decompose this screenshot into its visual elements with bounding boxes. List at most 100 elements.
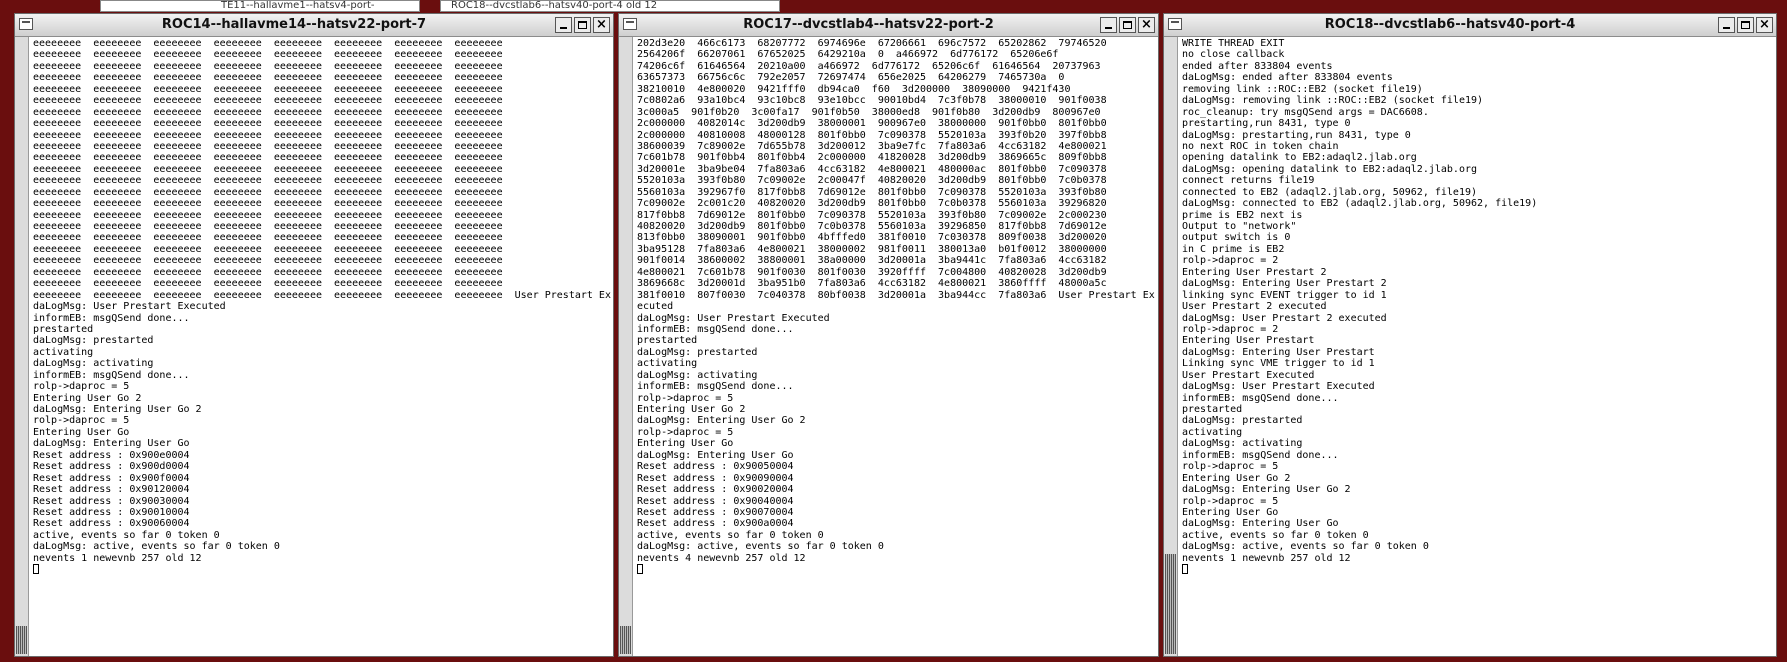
terminal-line: Entering User Go [33,426,130,438]
maximize-button[interactable] [1737,17,1754,33]
terminal-line: eeeeeeee eeeeeeee eeeeeeee eeeeeeee eeee… [33,140,503,152]
terminal-line: daLogMsg: Entering User Prestart 2 [1182,278,1387,290]
prompt-line[interactable] [33,564,611,575]
title-bar[interactable]: ROC14--hallavme14--hatsv22-port-7 × [15,14,613,37]
window-menu-icon[interactable] [1168,18,1182,30]
terminal-line: daLogMsg: User Prestart Executed [33,301,226,313]
terminal-area[interactable]: WRITE THREAD EXIT no close callback ended … [1164,37,1776,656]
terminal-line: Entering User Prestart [1182,335,1315,347]
terminal-line: Reset address : 0x90030004 [33,495,190,507]
terminal-line: Entering User Prestart 2 [1182,266,1327,278]
maximize-button[interactable] [574,17,591,33]
terminal-line: Entering User Go 2 [637,404,746,415]
terminal-line: Reset address : 0x90010004 [33,506,190,518]
terminal-line: daLogMsg: Entering User Go 2 [33,404,202,415]
terminal-line: connect returns file19 [1182,175,1315,187]
terminal-line: rolp->daproc = 5 [637,392,734,404]
terminal-line: prestarted [637,335,698,347]
scrollbar[interactable] [619,37,633,656]
maximize-button[interactable] [1119,17,1136,33]
prompt-line[interactable] [1182,564,1774,575]
terminal-line: Reset address : 0x900f0004 [33,472,190,484]
terminal-line: Reset address : 0x90060004 [33,518,190,530]
terminal-line: daLogMsg: active, events so far 0 token … [1182,541,1429,553]
terminal-line: eeeeeeee eeeeeeee eeeeeeee eeeeeeee eeee… [33,289,611,301]
title-bar[interactable]: ROC18--dvcstlab6--hatsv40-port-4 × [1164,14,1776,37]
terminal-line: daLogMsg: ended after 833804 events [1182,72,1393,84]
terminal-line: eeeeeeee eeeeeeee eeeeeeee eeeeeeee eeee… [33,95,503,107]
terminal-line: informEB: msgQSend done... [33,312,190,324]
close-button[interactable]: × [1138,17,1155,33]
terminal-line: User Prestart Executed [1182,369,1315,381]
terminal-line: prime is EB2 next is [1182,209,1303,221]
terminal-area[interactable]: eeeeeeee eeeeeeee eeeeeeee eeeeeeee eeee… [15,37,613,656]
terminal-line: eeeeeeee eeeeeeee eeeeeeee eeeeeeee eeee… [33,209,503,221]
terminal-line: Reset address : 0x90020004 [637,484,794,496]
terminal-line: Reset address : 0x90040004 [637,495,794,507]
terminal-line: eeeeeeee eeeeeeee eeeeeeee eeeeeeee eeee… [33,152,503,164]
title-bar[interactable]: ROC17--dvcstlab4--hatsv22-port-2 × [619,14,1158,37]
close-button[interactable]: × [1756,17,1773,33]
terminal-area[interactable]: 202d3e20 466c6173 68207772 6974696e 6720… [619,37,1158,656]
terminal-line: daLogMsg: active, events so far 0 token … [33,541,280,553]
terminal-line: informEB: msgQSend done... [33,369,190,381]
terminal-line: 202d3e20 466c6173 68207772 6974696e 6720… [637,38,1107,49]
close-button[interactable]: × [593,17,610,33]
terminal-line: Entering User Go 2 [33,392,142,404]
terminal-line: rolp->daproc = 5 [1182,495,1279,507]
window-menu-icon[interactable] [19,18,33,30]
terminal-line: Reset address : 0x90090004 [637,472,794,484]
background-window-1[interactable]: TE11--hallavme1--hatsv4-port- [100,0,420,12]
minimize-icon [1105,27,1112,29]
terminal-line: Linking sync VME trigger to id 1 [1182,358,1375,370]
terminal-line: activating [1182,426,1243,438]
background-window-title: TE11--hallavme1--hatsv4-port- [221,0,375,11]
scrollbar[interactable] [1164,37,1178,656]
terminal-line: ecuted [637,301,674,313]
terminal-line: 2c000000 4082014c 3d200db9 38000001 9009… [637,118,1107,130]
terminal-line: 3869668c 3d20001d 3ba951b0 7fa803a6 4cc6… [637,278,1107,290]
text-cursor [637,564,643,575]
terminal-line: active, events so far 0 token 0 [1182,529,1369,541]
terminal-line: daLogMsg: activating [637,369,758,381]
terminal-line: daLogMsg: prestarted [637,346,758,358]
terminal-line: daLogMsg: activating [1182,438,1303,450]
terminal-line: 817f0bb8 7d69012e 801f0bb0 7c090378 5520… [637,209,1107,221]
terminal-line: daLogMsg: Entering User Go [1182,518,1339,530]
scrollbar-thumb[interactable] [16,626,27,654]
scrollbar-thumb[interactable] [1165,554,1176,654]
terminal-line: 38210010 4e800020 9421fff0 db94ca0 f60 3… [637,83,1071,95]
close-icon: × [1141,17,1152,32]
window-menu-icon[interactable] [623,18,637,30]
terminal-window-roc18[interactable]: ROC18--dvcstlab6--hatsv40-port-4 × WRITE… [1163,13,1777,657]
terminal-line: daLogMsg: opening datalink to EB2:adaql2… [1182,163,1478,175]
terminal-line: 40820020 3d200db9 801f0bb0 7c0b0378 5560… [637,221,1107,232]
terminal-line: eeeeeeee eeeeeeee eeeeeeee eeeeeeee eeee… [33,186,503,198]
terminal-line: Entering User Go 2 [1182,472,1291,484]
terminal-line: daLogMsg: User Prestart Executed [637,312,830,324]
minimize-button[interactable] [555,17,572,33]
terminal-line: prestarted [33,323,94,335]
terminal-line: eeeeeeee eeeeeeee eeeeeeee eeeeeeee eeee… [33,175,503,187]
terminal-line: 901f0014 38600002 38800001 38a00000 3d20… [637,255,1107,267]
terminal-line: nevents 4 newevnb 257 old 12 [637,552,806,564]
scrollbar[interactable] [15,37,29,656]
terminal-line: 381f0010 807f0030 7c040378 80bf0038 3d20… [637,289,1155,301]
terminal-line: eeeeeeee eeeeeeee eeeeeeee eeeeeeee eeee… [33,232,503,244]
background-window-title: ROC18--dvcstlab6--hatsv40-port-4 old 12 [451,0,658,11]
terminal-line: Reset address : 0x900d0004 [33,461,190,473]
terminal-line: 813f0bb0 38090001 901f0bb0 4bfffed0 381f… [637,232,1107,244]
terminal-line: Entering User Go [1182,506,1279,518]
minimize-button[interactable] [1718,17,1735,33]
minimize-button[interactable] [1100,17,1117,33]
scrollbar-thumb[interactable] [620,626,631,654]
terminal-line: eeeeeeee eeeeeeee eeeeeeee eeeeeeee eeee… [33,163,503,175]
terminal-window-roc17[interactable]: ROC17--dvcstlab4--hatsv22-port-2 × 202d3… [618,13,1159,657]
background-window-2[interactable]: ROC18--dvcstlab6--hatsv40-port-4 old 12 [440,0,780,12]
terminal-line: Reset address : 0x90120004 [33,484,190,496]
terminal-window-roc14[interactable]: ROC14--hallavme14--hatsv22-port-7 × eeee… [14,13,614,657]
terminal-line: daLogMsg: Entering User Go 2 [637,415,806,427]
terminal-line: no close callback [1182,49,1285,61]
window-title: ROC18--dvcstlab6--hatsv40-port-4 [1324,17,1576,32]
prompt-line[interactable] [637,564,1156,575]
